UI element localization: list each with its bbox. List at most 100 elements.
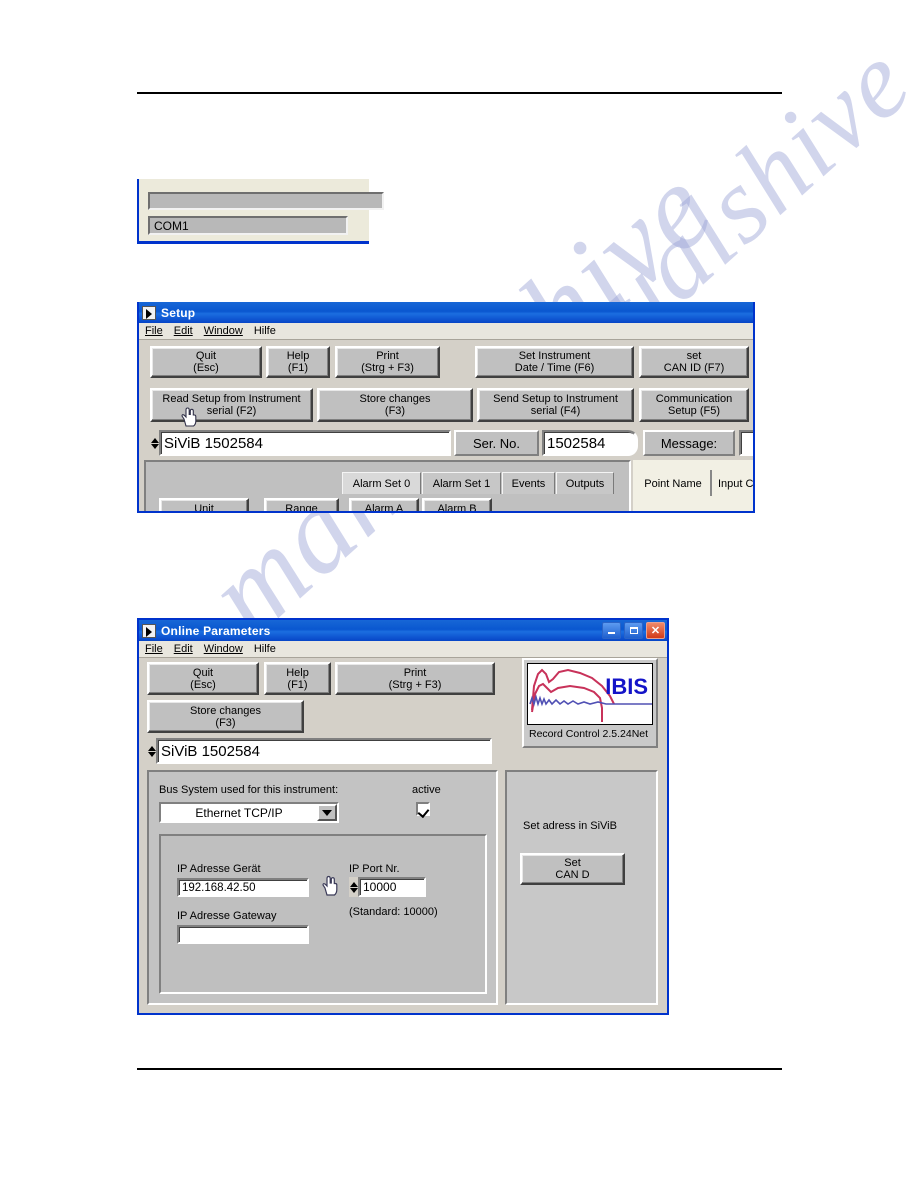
online-titlebar[interactable]: Online Parameters ✕ — [139, 620, 667, 641]
button-line1: Help — [286, 350, 310, 362]
com-port-combo[interactable]: COM1 — [148, 216, 348, 235]
online-instrument-name-field[interactable]: SiViB 1502584 — [156, 738, 492, 764]
button-line1: Help — [286, 666, 309, 679]
online-window-title: Online Parameters — [161, 623, 271, 638]
labview-app-icon — [142, 623, 156, 638]
ip-port-value: 10000 — [363, 880, 397, 894]
instrument-name-value: SiViB 1502584 — [164, 434, 263, 452]
tab-input-c[interactable]: Input C — [714, 472, 753, 495]
tab-outputs[interactable]: Outputs — [556, 472, 614, 494]
menu-item-window[interactable]: Window — [204, 325, 243, 337]
bus-system-combo[interactable]: Ethernet TCP/IP — [159, 802, 339, 823]
setup-window: Setup File Edit Window Hilfe Quit (Esc) … — [137, 302, 755, 513]
button-line1: set — [686, 350, 702, 362]
button-line2: CAN D — [555, 869, 590, 881]
setup-set-instrument-datetime-button[interactable]: Set Instrument Date / Time (F6) — [475, 346, 634, 378]
tab-alarm-set-0[interactable]: Alarm Set 0 — [342, 472, 421, 494]
button-line1: Set — [564, 857, 581, 869]
button-line1: Communication — [655, 393, 733, 405]
setup-help-button[interactable]: Help (F1) — [266, 346, 330, 378]
menu-item-file[interactable]: File — [145, 325, 163, 337]
setup-subtab-alarm-a[interactable]: Alarm A — [349, 498, 419, 511]
setup-serial-number-field[interactable]: 1502584 — [542, 430, 638, 456]
ibis-logo-graphic: IBIS — [527, 663, 653, 725]
tab-point-name[interactable]: Point Name — [637, 472, 709, 495]
setup-print-button[interactable]: Print (Strg + F3) — [335, 346, 440, 378]
setup-menubar: File Edit Window Hilfe — [139, 323, 753, 340]
maximize-button[interactable] — [624, 622, 643, 639]
setup-store-changes-button[interactable]: Store changes (F3) — [317, 388, 473, 422]
button-line1: Print — [403, 666, 427, 679]
setup-read-setup-button[interactable]: Read Setup from Instrument serial (F2) — [150, 388, 313, 422]
setup-titlebar[interactable]: Setup — [139, 302, 753, 323]
button-line1: Send Setup to Instrument — [493, 393, 618, 405]
setup-send-setup-button[interactable]: Send Setup to Instrument serial (F4) — [477, 388, 634, 422]
button-line2: CAN ID (F7) — [663, 362, 725, 374]
button-line2: serial (F2) — [206, 405, 257, 417]
tab-divider — [710, 470, 712, 496]
ip-gateway-label: IP Adresse Gateway — [177, 910, 277, 922]
button-line2: serial (F4) — [530, 405, 581, 417]
menu-item-hilfe[interactable]: Hilfe — [254, 643, 276, 655]
setup-communication-setup-button[interactable]: Communication Setup (F5) — [639, 388, 749, 422]
button-line1: Read Setup from Instrument — [162, 393, 301, 405]
setup-subtab-alarm-b[interactable]: Alarm B — [422, 498, 492, 511]
button-line2: (F1) — [287, 678, 308, 691]
button-line1: Store changes — [190, 704, 261, 717]
com-toolbar-strip — [148, 192, 384, 210]
can-address-group — [505, 770, 658, 1005]
ip-gateway-field[interactable] — [177, 925, 309, 944]
online-store-changes-button[interactable]: Store changes (F3) — [147, 700, 304, 733]
bus-system-label: Bus System used for this instrument: — [159, 784, 339, 796]
button-line2: (F1) — [287, 362, 309, 374]
online-quit-button[interactable]: Quit (Esc) — [147, 662, 259, 695]
instrument-name-spinner[interactable] — [150, 430, 159, 456]
ip-device-field[interactable]: 192.168.42.50 — [177, 878, 309, 897]
tab-events[interactable]: Events — [502, 472, 555, 494]
online-instrument-name-spinner[interactable] — [147, 738, 156, 764]
setup-set-can-id-button[interactable]: set CAN ID (F7) — [639, 346, 749, 378]
button-line1: Set Instrument — [518, 350, 591, 362]
online-help-button[interactable]: Help (F1) — [264, 662, 331, 695]
tab-alarm-set-1[interactable]: Alarm Set 1 — [422, 472, 501, 494]
setup-instrument-name-field[interactable]: SiViB 1502584 — [159, 430, 451, 456]
setup-message-field[interactable] — [739, 430, 753, 456]
button-line1: Print — [376, 350, 399, 362]
ibis-logo-caption: Record Control 2.5.24Net — [529, 728, 649, 740]
footer-rule — [137, 1068, 782, 1070]
com-port-fragment: COM1 — [137, 179, 384, 244]
ibis-logo-frame: IBIS Record Control 2.5.24Net — [522, 658, 658, 748]
window-controls: ✕ — [602, 622, 665, 639]
serial-number-value: 1502584 — [547, 434, 606, 452]
button-line2: (Strg + F3) — [361, 362, 414, 374]
button-line2: (F3) — [215, 716, 236, 729]
menu-item-hilfe[interactable]: Hilfe — [254, 325, 276, 337]
chevron-down-icon[interactable] — [317, 804, 337, 821]
labview-app-icon — [142, 305, 156, 320]
active-checkbox[interactable] — [416, 802, 430, 816]
menu-item-window[interactable]: Window — [204, 643, 243, 655]
close-button[interactable]: ✕ — [646, 622, 665, 639]
button-line2: (Strg + F3) — [388, 678, 442, 691]
com-port-value: COM1 — [154, 218, 189, 233]
button-line2: (Esc) — [193, 362, 219, 374]
menu-item-edit[interactable]: Edit — [174, 643, 193, 655]
serial-number-label: Ser. No. — [454, 430, 539, 456]
online-print-button[interactable]: Print (Strg + F3) — [335, 662, 495, 695]
bus-system-value: Ethernet TCP/IP — [195, 805, 283, 820]
online-menubar: File Edit Window Hilfe — [139, 641, 667, 658]
ip-port-field[interactable]: 10000 — [358, 877, 426, 897]
minimize-button[interactable] — [602, 622, 621, 639]
menu-item-edit[interactable]: Edit — [174, 325, 193, 337]
setup-column-header-range: Range — [264, 498, 339, 511]
menu-item-file[interactable]: File — [145, 643, 163, 655]
ip-port-spinner[interactable] — [349, 877, 358, 897]
active-label: active — [412, 784, 441, 796]
can-address-label: Set adress in SiViB — [523, 820, 617, 832]
header-rule — [137, 92, 782, 94]
button-line2: Date / Time (F6) — [514, 362, 595, 374]
ip-device-value: 192.168.42.50 — [182, 881, 256, 894]
setup-quit-button[interactable]: Quit (Esc) — [150, 346, 262, 378]
ip-port-label: IP Port Nr. — [349, 863, 400, 875]
set-can-id-button[interactable]: Set CAN D — [520, 853, 625, 885]
